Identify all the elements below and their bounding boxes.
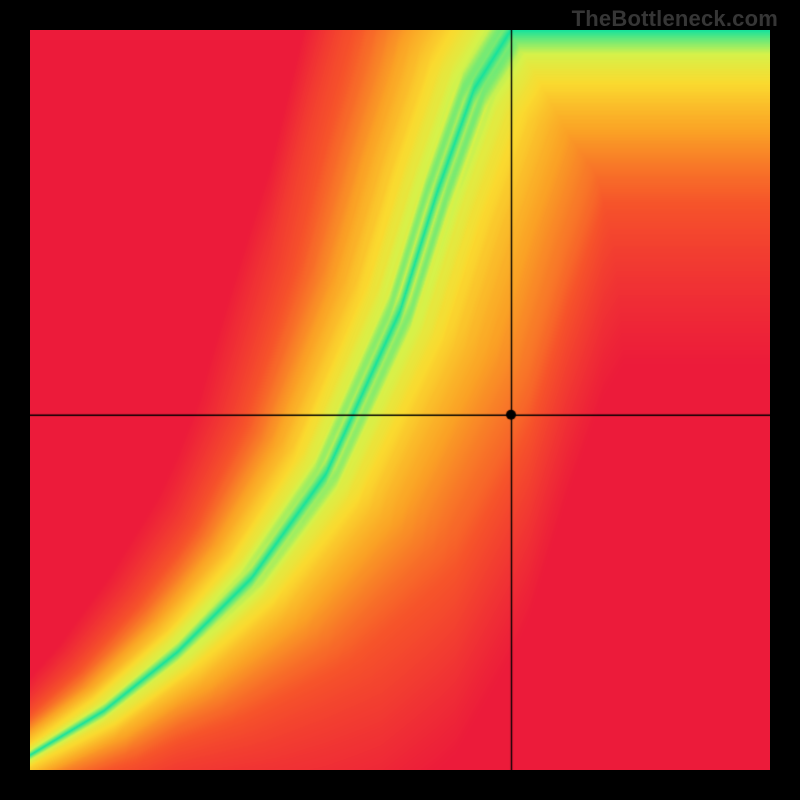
- chart-frame: TheBottleneck.com: [0, 0, 800, 800]
- watermark-label: TheBottleneck.com: [572, 6, 778, 32]
- bottleneck-heatmap: [30, 30, 770, 770]
